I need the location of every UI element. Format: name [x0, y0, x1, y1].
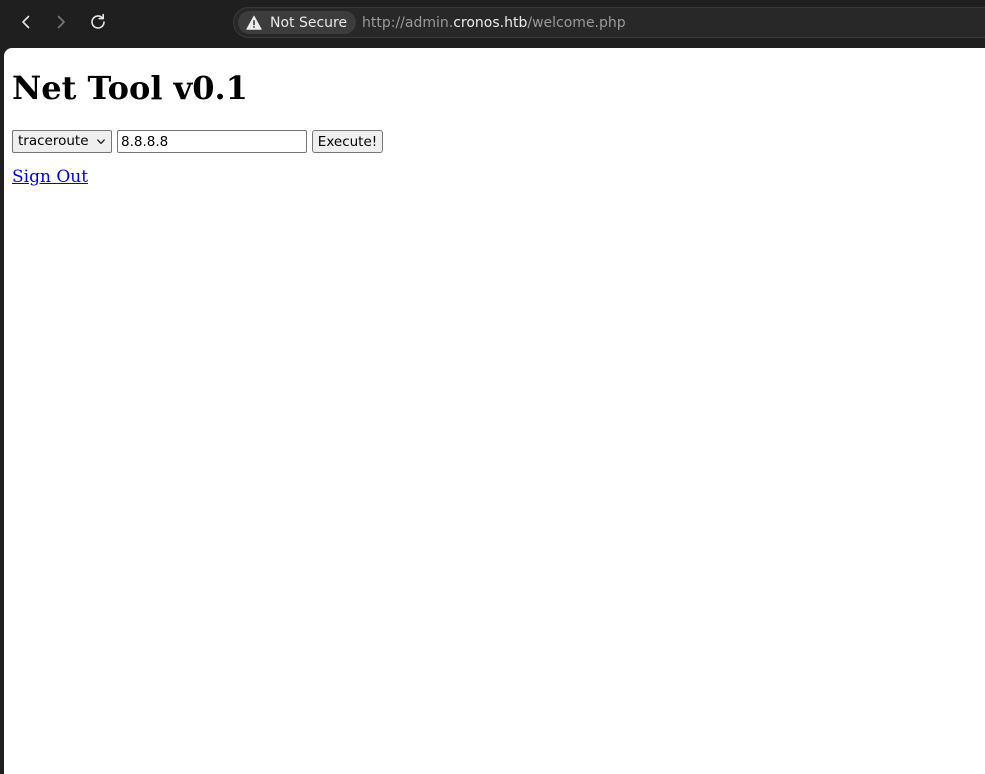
command-select-value: traceroute [18, 133, 89, 149]
security-label: Not Secure [270, 14, 348, 31]
chevron-right-icon [57, 15, 65, 29]
command-select[interactable]: traceroute [12, 130, 112, 153]
url-path: /welcome.php [527, 15, 626, 31]
host-input[interactable] [117, 130, 307, 153]
reload-button[interactable] [83, 7, 113, 37]
url-text[interactable]: http://admin.cronos.htb/welcome.php [362, 14, 626, 32]
browser-toolbar: Not Secure http://admin.cronos.htb/welco… [0, 0, 985, 46]
chevron-left-icon [22, 15, 30, 29]
page-viewport: Net Tool v0.1 traceroute Execute! Sign O… [4, 48, 985, 774]
page-title: Net Tool v0.1 [12, 69, 248, 107]
security-indicator[interactable]: Not Secure [238, 11, 357, 34]
warning-icon [246, 15, 262, 30]
url-host: cronos.htb [453, 15, 528, 31]
chevron-down-icon [97, 139, 105, 145]
forward-button[interactable] [46, 7, 76, 37]
url-scheme: http://admin. [362, 15, 454, 31]
reload-icon [91, 13, 105, 29]
address-bar[interactable]: Not Secure http://admin.cronos.htb/welco… [233, 7, 985, 38]
sign-out-link[interactable]: Sign Out [12, 167, 88, 187]
execute-button[interactable]: Execute! [312, 130, 383, 153]
back-button[interactable] [11, 7, 41, 37]
